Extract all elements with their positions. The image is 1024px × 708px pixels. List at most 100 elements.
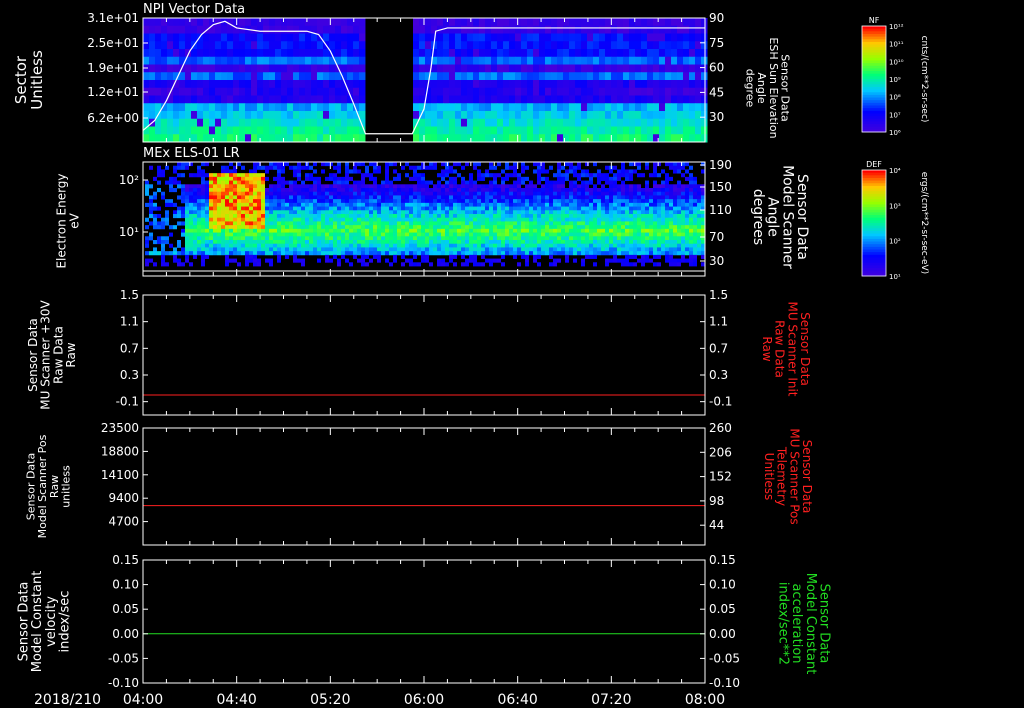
heatmap-cell bbox=[197, 95, 204, 104]
heatmap-cell bbox=[221, 118, 228, 127]
heatmap-cell bbox=[473, 188, 477, 193]
heatmap-cell bbox=[245, 199, 249, 204]
heatmap-cell bbox=[369, 210, 373, 215]
heatmap-cell bbox=[557, 243, 561, 248]
heatmap-cell bbox=[353, 64, 360, 73]
heatmap-cell bbox=[365, 221, 369, 226]
heatmap-cell bbox=[361, 191, 365, 196]
heatmap-cell bbox=[257, 236, 261, 241]
heatmap-cell bbox=[433, 221, 437, 226]
heatmap-cell bbox=[143, 103, 150, 112]
heatmap-cell bbox=[449, 206, 453, 211]
heatmap-cell bbox=[443, 95, 450, 104]
heatmap-cell bbox=[601, 206, 605, 211]
heatmap-cell bbox=[349, 195, 353, 200]
heatmap-cell bbox=[533, 25, 540, 34]
heatmap-cell bbox=[381, 188, 385, 193]
heatmap-cell bbox=[681, 206, 685, 211]
heatmap-cell bbox=[289, 195, 293, 200]
heatmap-cell bbox=[485, 56, 492, 65]
heatmap-cell bbox=[525, 191, 529, 196]
heatmap-cell bbox=[445, 180, 449, 185]
heatmap-cell bbox=[469, 188, 473, 193]
heatmap-cell bbox=[649, 251, 653, 256]
heatmap-cell bbox=[365, 240, 369, 245]
heatmap-cell bbox=[593, 56, 600, 65]
heatmap-cell bbox=[665, 49, 672, 58]
heatmap-cell bbox=[169, 232, 173, 237]
heatmap-cell bbox=[389, 228, 393, 233]
heatmap-cell bbox=[249, 169, 253, 174]
heatmap-cell bbox=[241, 199, 245, 204]
heatmap-cell bbox=[177, 262, 181, 267]
heatmap-cell bbox=[649, 191, 653, 196]
heatmap-cell bbox=[509, 103, 516, 112]
heatmap-cell bbox=[301, 199, 305, 204]
heatmap-cell bbox=[521, 134, 528, 143]
heatmap-cell bbox=[505, 188, 509, 193]
heatmap-cell bbox=[553, 173, 557, 178]
heatmap-cell bbox=[553, 217, 557, 222]
heatmap-cell bbox=[697, 210, 701, 215]
heatmap-cell bbox=[525, 221, 529, 226]
heatmap-cell bbox=[349, 214, 353, 219]
heatmap-cell bbox=[597, 247, 601, 252]
heatmap-cell bbox=[167, 111, 174, 120]
heatmap-cell bbox=[585, 236, 589, 241]
heatmap-cell bbox=[417, 191, 421, 196]
heatmap-cell bbox=[445, 247, 449, 252]
heatmap-cell bbox=[605, 232, 609, 237]
heatmap-cell bbox=[249, 210, 253, 215]
heatmap-cell bbox=[145, 236, 149, 241]
heatmap-cell bbox=[229, 173, 233, 178]
heatmap-cell bbox=[293, 221, 297, 226]
heatmap-cell bbox=[701, 87, 708, 96]
heatmap-cell bbox=[509, 191, 513, 196]
heatmap-cell bbox=[501, 221, 505, 226]
heatmap-cell bbox=[641, 221, 645, 226]
heatmap-cell bbox=[553, 221, 557, 226]
heatmap-cell bbox=[517, 199, 521, 204]
heatmap-cell bbox=[329, 126, 336, 135]
heatmap-cell bbox=[515, 18, 522, 27]
heatmap-cell bbox=[539, 41, 546, 50]
heatmap-cell bbox=[277, 251, 281, 256]
heatmap-cell bbox=[209, 126, 216, 135]
y-tick-label-right: 60 bbox=[709, 61, 724, 75]
heatmap-cell bbox=[285, 225, 289, 230]
heatmap-cell bbox=[685, 191, 689, 196]
heatmap-cell bbox=[453, 188, 457, 193]
heatmap-cell bbox=[221, 199, 225, 204]
heatmap-cell bbox=[637, 188, 641, 193]
heatmap-cell bbox=[419, 41, 426, 50]
heatmap-cell bbox=[461, 118, 468, 127]
heatmap-cell bbox=[461, 243, 465, 248]
heatmap-cell bbox=[273, 191, 277, 196]
heatmap-cell bbox=[245, 210, 249, 215]
heatmap-cell bbox=[449, 118, 456, 127]
heatmap-cell bbox=[693, 188, 697, 193]
heatmap-cell bbox=[689, 103, 696, 112]
heatmap-cell bbox=[677, 80, 684, 89]
heatmap-cell bbox=[309, 202, 313, 207]
heatmap-cell bbox=[365, 214, 369, 219]
heatmap-cell bbox=[633, 202, 637, 207]
heatmap-cell bbox=[201, 236, 205, 241]
heatmap-cell bbox=[273, 206, 277, 211]
heatmap-cell bbox=[469, 195, 473, 200]
heatmap-cell bbox=[491, 56, 498, 65]
heatmap-cell bbox=[549, 165, 553, 170]
heatmap-cell bbox=[695, 33, 702, 42]
heatmap-cell bbox=[587, 25, 594, 34]
heatmap-cell bbox=[287, 25, 294, 34]
heatmap-cell bbox=[689, 41, 696, 50]
heatmap-cell bbox=[437, 210, 441, 215]
heatmap-cell bbox=[581, 247, 585, 252]
heatmap-cell bbox=[245, 225, 249, 230]
heatmap-cell bbox=[645, 225, 649, 230]
heatmap-cell bbox=[701, 199, 705, 204]
heatmap-cell bbox=[585, 225, 589, 230]
heatmap-cell bbox=[669, 214, 673, 219]
heatmap-cell bbox=[701, 111, 708, 120]
heatmap-cell bbox=[533, 210, 537, 215]
